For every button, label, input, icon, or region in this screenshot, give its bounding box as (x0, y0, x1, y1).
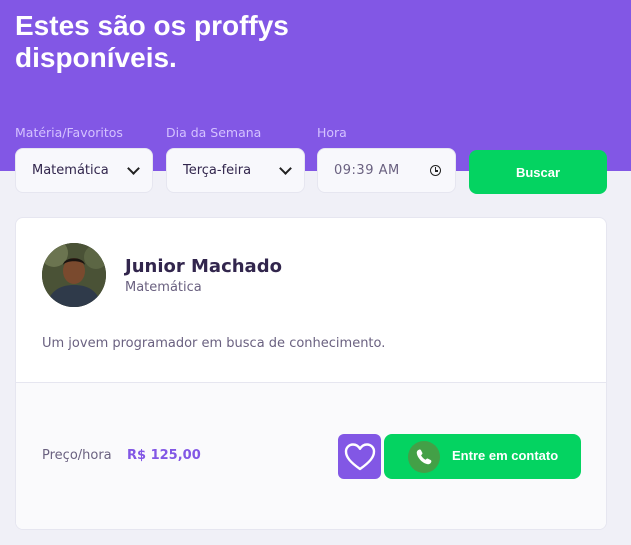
price-value: R$ 125,00 (127, 448, 201, 463)
chevron-down-icon (127, 161, 140, 175)
teacher-subject: Matemática (125, 280, 202, 295)
whatsapp-icon (408, 441, 440, 473)
page-header: Estes são os proffys disponíveis. Matéri… (0, 0, 631, 194)
weekday-filter-label: Dia da Semana (166, 125, 262, 140)
teacher-bio: Um jovem programador em busca de conheci… (42, 336, 386, 351)
clock-icon[interactable] (430, 165, 441, 176)
page-title: Estes são os proffys disponíveis. (15, 10, 289, 73)
subject-filter-label: Matéria/Favoritos (15, 125, 123, 140)
favorite-button[interactable] (338, 434, 381, 479)
subject-select-value: Matemática (32, 163, 109, 178)
contact-button-label: Entre em contato (452, 448, 559, 463)
avatar (42, 243, 106, 307)
chevron-down-icon (279, 161, 292, 175)
weekday-select-value: Terça-feira (183, 163, 252, 178)
contact-button[interactable]: Entre em contato (384, 434, 581, 479)
time-input[interactable]: 09:39 AM (317, 148, 456, 193)
teacher-name: Junior Machado (125, 256, 282, 277)
time-filter-label: Hora (317, 125, 347, 140)
search-button[interactable]: Buscar (469, 150, 607, 194)
subject-select[interactable]: Matemática (15, 148, 153, 193)
teacher-card: Junior Machado Matemática Um jovem progr… (15, 217, 607, 530)
time-input-value: 09:39 AM (334, 163, 400, 178)
price-label: Preço/hora (42, 448, 112, 463)
card-footer: Preço/hora R$ 125,00 Entre em contato (16, 382, 606, 529)
heart-outline-icon (344, 442, 375, 470)
weekday-select[interactable]: Terça-feira (166, 148, 305, 193)
